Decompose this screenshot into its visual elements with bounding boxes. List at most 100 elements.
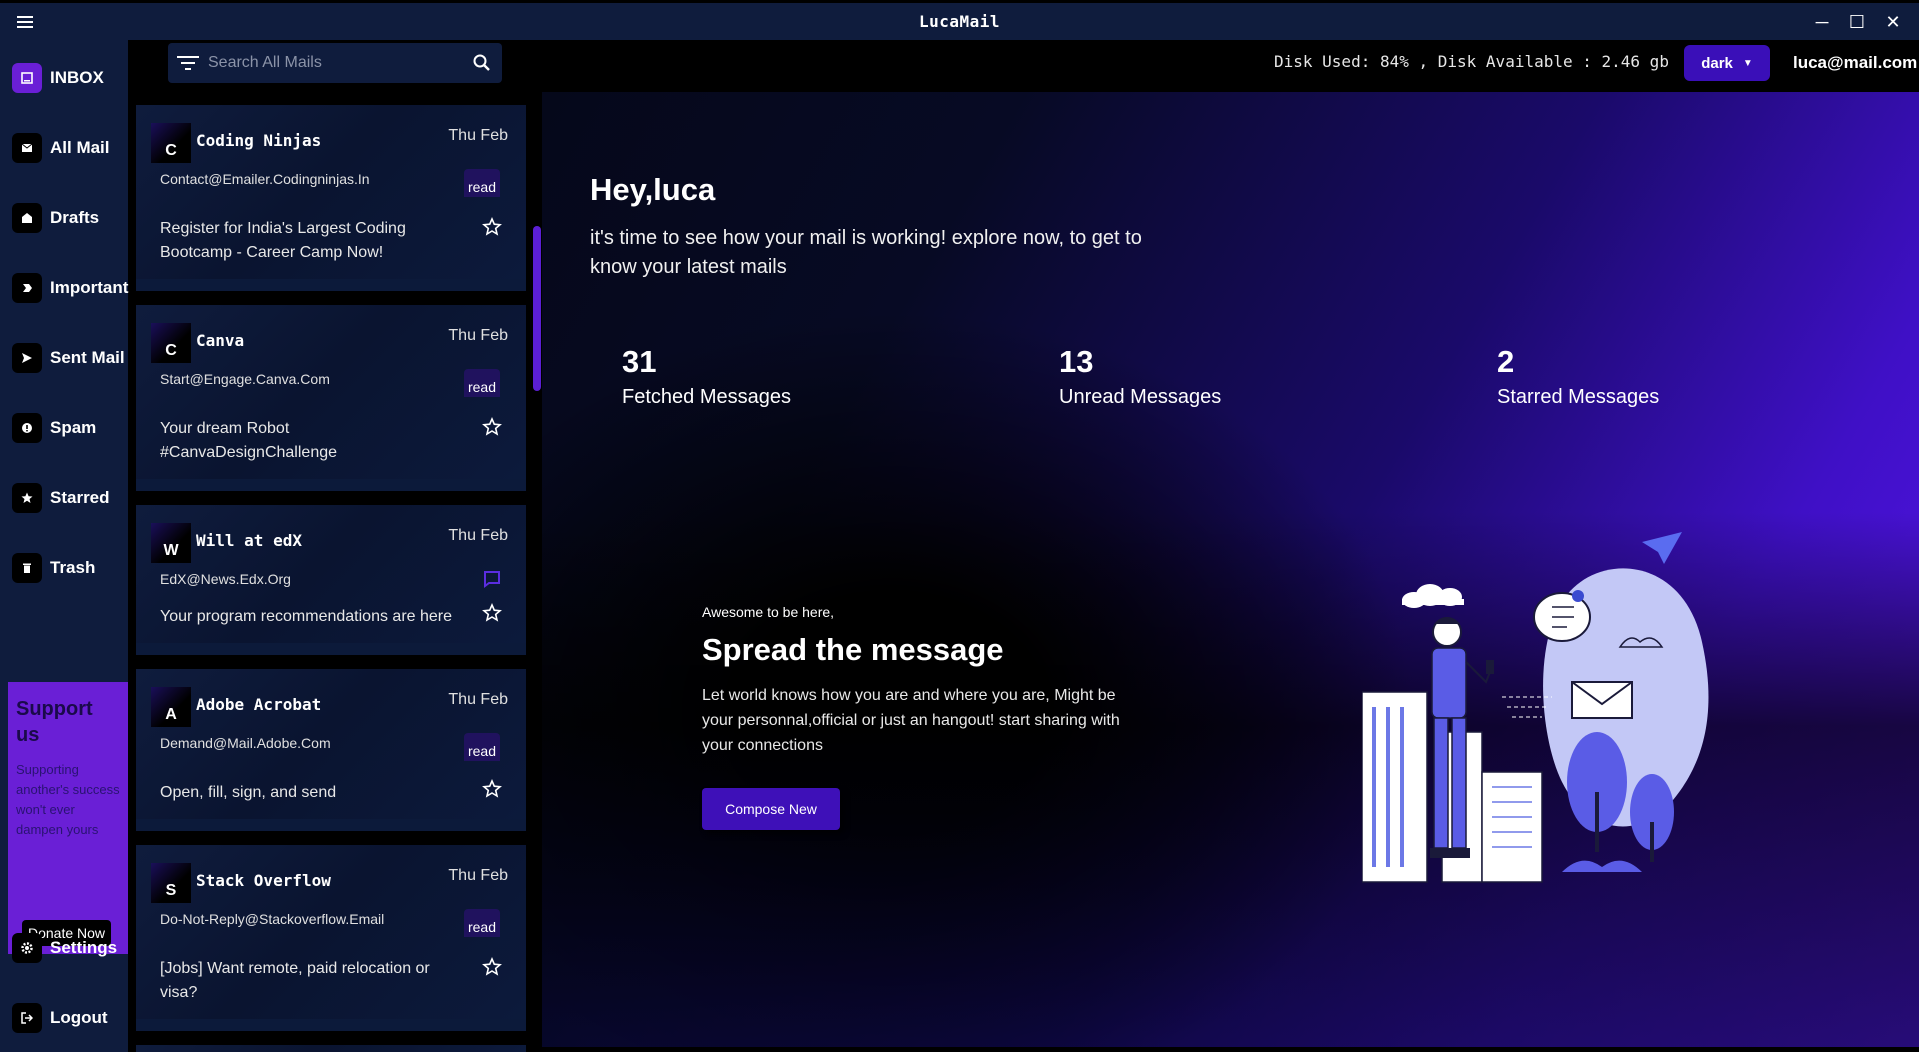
sidebar-item-label: Important xyxy=(50,278,129,297)
dashboard: Hey,luca it's time to see how your mail … xyxy=(542,92,1919,1047)
avatar: S xyxy=(151,863,191,903)
sidebar-item-label: Trash xyxy=(50,558,96,577)
mail-item[interactable] xyxy=(136,1045,526,1052)
mail-sender: Coding Ninjas xyxy=(196,131,322,150)
important-icon xyxy=(12,273,42,303)
support-card: Support us Supporting another's success … xyxy=(8,682,128,954)
mail-sender: Stack Overflow xyxy=(196,871,331,890)
star-icon[interactable] xyxy=(482,217,502,237)
mail-address: EdX@News.Edx.Org xyxy=(160,571,291,587)
sidebar-item-starred[interactable]: Starred xyxy=(12,483,110,513)
user-email[interactable]: luca@mail.com xyxy=(1793,53,1917,73)
mail-list: C Coding Ninjas Thu Feb Contact@Emailer.… xyxy=(136,105,526,1052)
mail-date: Thu Feb xyxy=(448,691,508,708)
promo-tagline: Awesome to be here, xyxy=(702,604,835,620)
logout-icon xyxy=(12,1003,42,1033)
mail-subject: Open, fill, sign, and send xyxy=(160,784,337,801)
person-with-phone-illustration xyxy=(1362,532,1709,883)
sidebar-item-label: Spam xyxy=(50,418,97,437)
drafts-icon xyxy=(12,203,42,233)
stat-value: 31 xyxy=(622,344,657,379)
stat-unread: 13 Unread Messages xyxy=(1059,344,1221,409)
stat-fetched: 31 Fetched Messages xyxy=(622,344,791,409)
mail-sender: Adobe Acrobat xyxy=(196,695,322,714)
mail-date: Thu Feb xyxy=(448,327,508,344)
star-icon[interactable] xyxy=(482,779,502,799)
stat-value: 2 xyxy=(1497,344,1515,379)
logout-button[interactable]: Logout xyxy=(12,1003,108,1033)
sidebar-item-important[interactable]: Important xyxy=(12,273,128,303)
sidebar-item-all-mail[interactable]: All Mail xyxy=(12,133,110,163)
sidebar-item-label: INBOX xyxy=(50,68,104,87)
filter-icon[interactable] xyxy=(168,55,208,71)
sidebar-item-inbox[interactable]: INBOX xyxy=(12,63,104,93)
mail-item[interactable]: S Stack Overflow Thu Feb Do-Not-Reply@St… xyxy=(136,845,526,1031)
gear-icon xyxy=(12,933,42,963)
mail-item[interactable]: A Adobe Acrobat Thu Feb Demand@Mail.Adob… xyxy=(136,669,526,831)
sidebar: INBOX All Mail Drafts Important Sent Mai… xyxy=(0,40,128,1052)
mail-address: Start@Engage.Canva.Com xyxy=(160,371,330,387)
support-text: Supporting another's success won't ever … xyxy=(16,762,120,838)
minimize-button[interactable]: ─ xyxy=(1809,9,1835,35)
sidebar-item-sent-mail[interactable]: Sent Mail xyxy=(12,343,125,373)
disk-usage: Disk Used: 84% , Disk Available : 2.46 g… xyxy=(1274,52,1669,71)
send-icon xyxy=(12,343,42,373)
mail-item[interactable]: C Coding Ninjas Thu Feb Contact@Emailer.… xyxy=(136,105,526,291)
sidebar-item-label: Drafts xyxy=(50,208,100,227)
sidebar-item-spam[interactable]: Spam xyxy=(12,413,96,443)
app-title: LucaMail xyxy=(918,12,1001,31)
mail-subject: Register for India's Largest Coding Boot… xyxy=(160,220,406,261)
stat-label: Unread Messages xyxy=(1059,386,1222,408)
avatar: W xyxy=(151,523,191,563)
sidebar-item-label: Starred xyxy=(50,488,110,507)
stat-label: Starred Messages xyxy=(1497,386,1660,408)
star-icon[interactable] xyxy=(482,417,502,437)
mail-address: Do-Not-Reply@Stackoverflow.Email xyxy=(160,911,385,927)
sidebar-item-trash[interactable]: Trash xyxy=(12,553,95,583)
mail-date: Thu Feb xyxy=(448,867,508,884)
promo-body: Let world knows how you are and where yo… xyxy=(702,687,1120,754)
trash-icon xyxy=(12,553,42,583)
avatar: A xyxy=(151,687,191,727)
chevron-down-icon: ▼ xyxy=(1742,57,1753,69)
mail-item[interactable]: W Will at edX Thu Feb EdX@News.Edx.Org Y… xyxy=(136,505,526,655)
avatar: C xyxy=(151,323,191,363)
close-button[interactable]: ✕ xyxy=(1880,9,1906,35)
stat-label: Fetched Messages xyxy=(622,386,791,408)
mail-date: Thu Feb xyxy=(448,127,508,144)
mail-list-scrollbar[interactable] xyxy=(533,226,541,391)
read-badge: read xyxy=(464,369,500,397)
maximize-button[interactable]: ☐ xyxy=(1844,9,1870,35)
read-badge: read xyxy=(464,909,500,937)
inbox-icon xyxy=(12,63,42,93)
star-icon xyxy=(12,483,42,513)
star-icon[interactable] xyxy=(482,603,502,623)
mail-subject: Your program recommendations are here xyxy=(160,608,453,625)
mail-sender: Canva xyxy=(196,331,245,350)
stat-starred: 2 Starred Messages xyxy=(1497,344,1659,409)
search-input[interactable]: Search All Mails xyxy=(208,54,462,72)
mail-sender: Will at edX xyxy=(196,531,302,550)
theme-dropdown[interactable]: dark ▼ xyxy=(1684,45,1770,81)
read-badge: read xyxy=(464,733,500,761)
promo-title: Spread the message xyxy=(702,632,1004,667)
mail-icon xyxy=(12,133,42,163)
support-title: Support us xyxy=(16,698,93,746)
settings-button[interactable]: Settings xyxy=(12,933,117,963)
stat-value: 13 xyxy=(1059,344,1094,379)
greeting: Hey,luca xyxy=(590,172,716,207)
mail-item[interactable]: C Canva Thu Feb Start@Engage.Canva.Com r… xyxy=(136,305,526,491)
mail-address: Demand@Mail.Adobe.Com xyxy=(160,735,331,751)
search-icon[interactable] xyxy=(462,54,502,72)
read-badge: read xyxy=(464,169,500,197)
sidebar-item-label: All Mail xyxy=(50,138,110,157)
mail-address: Contact@Emailer.Codingninjas.In xyxy=(160,171,370,187)
compose-new-button[interactable]: Compose New xyxy=(702,788,840,830)
sidebar-item-drafts[interactable]: Drafts xyxy=(12,203,99,233)
logout-label: Logout xyxy=(50,1008,108,1027)
star-icon[interactable] xyxy=(482,957,502,977)
mail-subject: Your dream Robot #CanvaDesignChallenge xyxy=(160,420,338,461)
theme-label: dark xyxy=(1701,54,1733,72)
search-bar[interactable]: Search All Mails xyxy=(168,43,502,83)
unread-mark-icon[interactable] xyxy=(482,569,502,589)
